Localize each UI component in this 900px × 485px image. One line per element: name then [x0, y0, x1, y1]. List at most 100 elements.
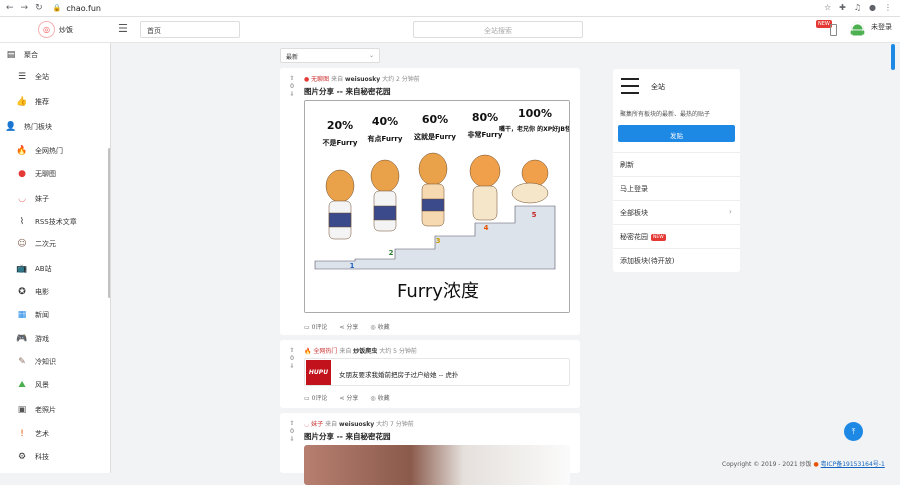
vote-count: 0 [290, 428, 294, 435]
icp-link[interactable]: 粤ICP备19153164号-1 [821, 461, 885, 468]
sidebar-item-12[interactable]: 🎮 游戏 [16, 330, 49, 348]
back-to-top-button[interactable]: ⤒ [844, 422, 863, 441]
sidebar-item-5[interactable]: ● 无聊图 [16, 165, 56, 183]
mobile-icon[interactable] [830, 24, 837, 36]
lock-icon[interactable]: 🔒 [53, 4, 62, 12]
refresh-link[interactable]: 刷新 [613, 152, 740, 175]
post-source[interactable]: 妹子 [311, 421, 323, 428]
sidebar-item-label: 游戏 [35, 335, 49, 343]
post-title[interactable]: 图片分享 -- 来自秘密花园 [304, 86, 390, 97]
step-1: 1 [350, 262, 355, 270]
link-title[interactable]: 女朋友要求我婚前把房子过户给她 -- 虎扑 [339, 369, 458, 379]
sidebar-item-label: 风景 [35, 381, 49, 389]
home-tab[interactable]: 首页 [140, 21, 240, 38]
profile-icon[interactable]: ● [869, 3, 876, 12]
sidebar-item-label: 无聊图 [35, 170, 56, 178]
art-icon: ! [20, 429, 24, 439]
sidebar-item-label: 聚合 [24, 51, 38, 59]
comment-button[interactable]: ▭ 0评论 [304, 393, 327, 402]
post-source[interactable]: 全网热门 [313, 348, 337, 355]
new-post-button[interactable]: 发贴 [618, 125, 735, 142]
add-board-link[interactable]: 添加板块(待开放) [613, 248, 740, 271]
share-button[interactable]: ⋖ 分享 [339, 393, 358, 402]
add-board-label: 添加板块(待开放) [620, 257, 675, 265]
post-author[interactable]: weisuosky [339, 421, 374, 428]
brand-name[interactable]: 炒饭 [59, 25, 73, 35]
sidebar-item-17[interactable]: ⚙ 科技 [16, 448, 49, 466]
comment-button[interactable]: ▭ 0评论 [304, 322, 327, 331]
film-icon: ✪ [18, 287, 26, 297]
sidebar-item-label: 艺术 [35, 430, 49, 438]
downvote-icon[interactable]: ⇩ [287, 436, 297, 444]
sidebar-item-label: AB站 [35, 265, 52, 273]
sidebar-item-label: 二次元 [35, 240, 56, 248]
sidebar-item-14[interactable]: ⛰ 风景 [16, 376, 49, 394]
tv-icon: 📺 [16, 264, 28, 274]
android-avatar-icon[interactable] [849, 21, 866, 38]
sort-select[interactable]: 最新 ⌄ [280, 48, 380, 63]
post-source[interactable]: 无聊图 [311, 76, 329, 83]
anime-icon: ☺ [17, 239, 27, 249]
sidebar-item-8[interactable]: ☺ 二次元 [16, 235, 56, 253]
sidebar-item-7[interactable]: ⌇ RSS技术文章 [16, 213, 77, 231]
secret-garden-link[interactable]: 秘密花园 NEW [613, 224, 740, 247]
logo-icon[interactable]: ◎ [38, 21, 55, 38]
save-button[interactable]: ◎ 收藏 [370, 322, 389, 331]
link-preview[interactable]: HUPU 女朋友要求我婚前把房子过户给她 -- 虎扑 [304, 358, 570, 386]
level-caption-1: 不是Furry [323, 138, 358, 147]
sidebar-item-0[interactable]: ▤ 聚合 [5, 46, 38, 64]
lips-icon: ◡ [304, 421, 310, 428]
upvote-icon[interactable]: ⇧ [287, 420, 297, 428]
forward-icon[interactable]: → [21, 3, 29, 13]
sidebar-item-10[interactable]: ✪ 电影 [16, 283, 49, 301]
post-author[interactable]: weisuosky [345, 76, 380, 83]
furry-comic: 20% 不是Furry 40% 有点Furry 60% 这就是Furry 80%… [305, 101, 569, 312]
step-3: 3 [436, 237, 441, 245]
sidebar-item-11[interactable]: ▦ 新闻 [16, 306, 49, 324]
sidebar-item-6[interactable]: ◡ 妹子 [16, 190, 49, 208]
address-bar[interactable]: chao.fun [66, 4, 101, 13]
lips-icon: ◡ [18, 194, 26, 204]
music-icon[interactable]: ♫ [854, 3, 861, 12]
post-image[interactable]: 20% 不是Furry 40% 有点Furry 60% 这就是Furry 80%… [304, 100, 570, 313]
share-button[interactable]: ⋖ 分享 [339, 322, 358, 331]
save-button[interactable]: ◎ 收藏 [370, 393, 389, 402]
sidebar-item-3[interactable]: 👤 热门板块 [5, 118, 52, 136]
new-badge: NEW [651, 233, 666, 241]
sidebar-item-9[interactable]: 📺 AB站 [16, 260, 52, 278]
post-card[interactable]: ⇧ 0 ⇩ 🔥 全网热门 来自 炒饭爬虫 大约 5 分钟前 HUPU 女朋友要求… [280, 340, 580, 408]
more-icon[interactable]: ⋮ [884, 3, 892, 12]
sidebar-scrollbar[interactable] [108, 148, 110, 298]
all-boards-link[interactable]: 全部板块 › [613, 200, 740, 223]
reload-icon[interactable]: ↻ [35, 3, 43, 13]
downvote-icon[interactable]: ⇩ [287, 363, 297, 371]
post-image[interactable] [304, 445, 570, 485]
upvote-icon[interactable]: ⇧ [287, 347, 297, 355]
sidebar-item-13[interactable]: ✎ 冷知识 [16, 353, 56, 371]
post-title[interactable]: 图片分享 -- 来自秘密花园 [304, 431, 390, 442]
vote-widget: ⇧ 0 ⇩ [287, 75, 297, 99]
search-input[interactable]: 全站搜索 [413, 21, 583, 38]
reddit-icon: ● [304, 76, 310, 83]
sidebar-item-15[interactable]: ▣ 老照片 [16, 401, 56, 419]
extensions-icon[interactable]: ✚ [839, 3, 846, 12]
sidebar-item-1[interactable]: ☰ 全站 [16, 68, 49, 86]
bookmark-icon: ◎ [370, 324, 376, 331]
post-author[interactable]: 炒饭爬虫 [353, 348, 377, 355]
upvote-icon[interactable]: ⇧ [287, 75, 297, 83]
page-scrollbar[interactable] [891, 44, 895, 70]
sidebar-item-2[interactable]: 👍 推荐 [16, 93, 49, 111]
post-card[interactable]: ⇧ 0 ⇩ ● 无聊图 来自 weisuosky 大约 2 分钟前 图片分享 -… [280, 68, 580, 335]
back-icon[interactable]: ← [6, 3, 14, 13]
login-link[interactable]: 马上登录 [613, 176, 740, 199]
star-icon[interactable]: ☆ [824, 3, 831, 12]
post-card[interactable]: ⇧ 0 ⇩ ◡ 妹子 来自 weisuosky 大约 7 分钟前 图片分享 --… [280, 413, 580, 485]
sidebar-item-4[interactable]: 🔥 全网热门 [16, 142, 63, 160]
comment-icon: ▭ [304, 395, 310, 402]
login-status[interactable]: 未登录 [871, 22, 892, 32]
downvote-icon[interactable]: ⇩ [287, 91, 297, 99]
sidebar-item-16[interactable]: ! 艺术 [16, 425, 49, 443]
save-label: 收藏 [377, 395, 390, 402]
arrow-up-icon: ⤒ [851, 426, 856, 436]
menu-toggle-icon[interactable]: ☰ [118, 23, 128, 34]
